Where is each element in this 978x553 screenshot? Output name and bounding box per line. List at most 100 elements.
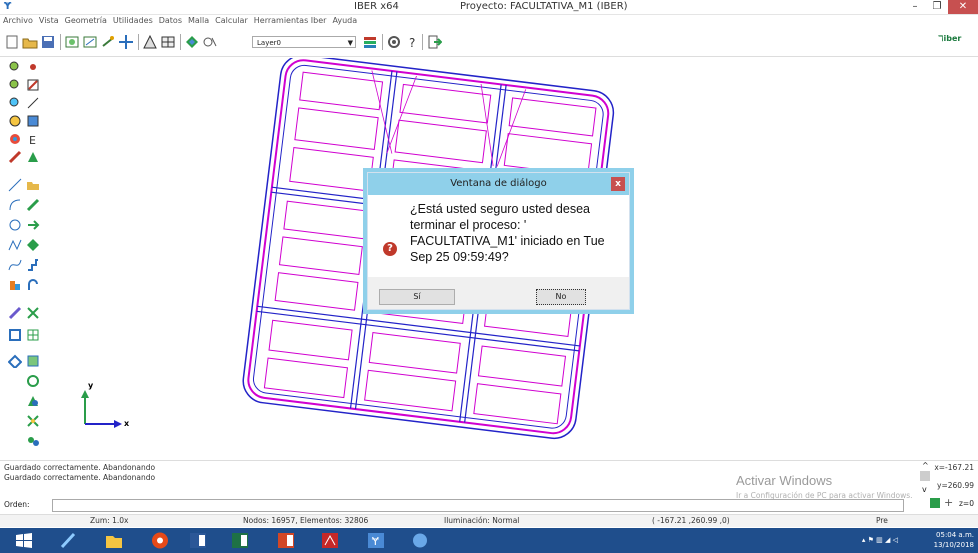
menu-vista[interactable]: Vista [39, 15, 59, 27]
menu-calcular[interactable]: Calcular [215, 15, 248, 27]
menu-ayuda[interactable]: Ayuda [332, 15, 357, 27]
toolbar: Layer0 ▼ ? ℸiber [0, 28, 978, 57]
save-icon[interactable] [40, 34, 56, 50]
rotate-view-icon[interactable] [8, 114, 22, 128]
circle-icon[interactable] [8, 218, 22, 232]
paint-icon[interactable] [410, 531, 430, 550]
dialog-title-bar[interactable]: Ventana de diálogo x [368, 173, 629, 195]
group-icon[interactable] [26, 434, 40, 448]
point-icon[interactable] [26, 60, 40, 74]
rotate-tool-icon[interactable] [26, 374, 40, 388]
excel-icon[interactable] [230, 531, 250, 550]
file-explorer-icon[interactable] [104, 531, 124, 550]
iber-taskbar-icon[interactable]: Ɏ [366, 531, 386, 550]
volume-icon[interactable] [8, 278, 22, 292]
acrobat-icon[interactable] [320, 531, 340, 550]
rotate-icon[interactable] [100, 34, 116, 50]
menu-datos[interactable]: Datos [159, 15, 182, 27]
spline-icon[interactable] [8, 258, 22, 272]
message-area[interactable]: Guardado correctamente. Abandonando Guar… [0, 460, 978, 500]
diagonal-line-icon[interactable] [8, 178, 22, 192]
windows-start-icon[interactable] [14, 531, 34, 550]
zoom-frame-icon[interactable] [82, 34, 98, 50]
project-title: Proyecto: FACULTATIVA_M1 (IBER) [460, 1, 628, 12]
arc-icon[interactable] [8, 198, 22, 212]
scroll-down-icon[interactable]: v [922, 485, 927, 494]
arc-tool-icon[interactable] [26, 278, 40, 292]
status-bar: Zum: 1.0x Nodos: 16957, Elementos: 32806… [0, 514, 978, 527]
system-clock[interactable]: 05:04 a.m. 13/10/2018 [934, 530, 974, 550]
chrome-icon[interactable] [150, 531, 170, 550]
grid-icon[interactable] [26, 328, 40, 342]
settings-icon[interactable] [386, 34, 402, 50]
close-button[interactable]: ✕ [948, 0, 978, 14]
status-coords: ( -167.21 ,260.99 ,0) [652, 516, 730, 525]
menu-utilidades[interactable]: Utilidades [113, 15, 153, 27]
mesh-icon[interactable] [142, 34, 158, 50]
layer-select[interactable]: Layer0 ▼ [252, 36, 356, 48]
no-button[interactable]: No [536, 289, 586, 305]
zoom-out-icon[interactable] [8, 78, 22, 92]
command-input[interactable] [52, 499, 904, 512]
folder-icon[interactable] [26, 178, 40, 192]
question-icon: ? [383, 242, 397, 256]
arrow-tool-icon[interactable] [26, 218, 40, 232]
menu-bar: Archivo Vista Geometría Utilidades Datos… [0, 15, 978, 27]
menu-malla[interactable]: Malla [188, 15, 209, 27]
layer-color-icon[interactable] [184, 34, 200, 50]
pencil-icon[interactable] [8, 150, 22, 164]
text-icon[interactable]: E [26, 132, 40, 146]
cross-tool-icon[interactable] [26, 414, 40, 428]
cross-icon[interactable] [26, 306, 40, 320]
line-icon[interactable] [26, 96, 40, 110]
menu-herramientas-iber[interactable]: Herramientas Iber [254, 15, 327, 27]
zoom-window-icon[interactable] [64, 34, 80, 50]
tilt-icon[interactable] [8, 354, 22, 368]
pen-app-icon[interactable] [58, 531, 78, 550]
plus-icon[interactable]: + [944, 496, 953, 509]
layer-visibility-icon[interactable] [202, 34, 218, 50]
minimize-button[interactable]: – [904, 0, 926, 14]
chevron-down-icon: ▼ [347, 39, 353, 47]
layers-icon[interactable] [160, 34, 176, 50]
app-icon[interactable]: Ɏ [4, 1, 11, 12]
confirm-dialog: Ventana de diálogo x ? ¿Está usted segur… [367, 172, 630, 310]
help-icon[interactable]: ? [404, 34, 420, 50]
yes-button[interactable]: Sí [379, 289, 455, 305]
exit-icon[interactable] [426, 34, 442, 50]
clock-time: 05:04 a.m. [936, 531, 974, 539]
pan-icon[interactable] [118, 34, 134, 50]
mesh-element-icon[interactable] [26, 150, 40, 164]
polyline-icon[interactable] [8, 238, 22, 252]
boundary-icon[interactable] [8, 328, 22, 342]
color-icon[interactable] [8, 132, 22, 146]
system-tray[interactable]: ▴ ⚑ ▥ ◢ ◁ [862, 536, 898, 544]
word-icon[interactable] [188, 531, 208, 550]
ruler-icon[interactable] [26, 198, 40, 212]
zoom-in-icon[interactable] [8, 60, 22, 74]
new-file-icon[interactable] [4, 34, 20, 50]
dialog-close-button[interactable]: x [611, 177, 625, 191]
menu-archivo[interactable]: Archivo [3, 15, 33, 27]
mesh-tool-icon[interactable] [26, 354, 40, 368]
message-line-2: Guardado correctamente. Abandonando [4, 473, 156, 482]
step-icon[interactable] [26, 258, 40, 272]
clock-date: 13/10/2018 [933, 541, 974, 549]
zoom-reset-icon[interactable] [8, 96, 22, 110]
status-lighting: Iluminación: Normal [444, 516, 520, 525]
layer-stack-icon[interactable] [362, 34, 378, 50]
surface-icon[interactable] [26, 114, 40, 128]
edit-icon[interactable] [26, 78, 40, 92]
erase-icon[interactable] [8, 306, 22, 320]
scroll-up-icon[interactable]: ^ [922, 461, 929, 470]
svg-text:Ɏ: Ɏ [371, 535, 379, 548]
open-folder-icon[interactable] [22, 34, 38, 50]
grid-toggle-icon[interactable] [930, 498, 940, 508]
powerpoint-icon[interactable] [276, 531, 296, 550]
maximize-button[interactable]: ❐ [926, 0, 948, 14]
message-line-1: Guardado correctamente. Abandonando [4, 463, 156, 472]
diamond-icon[interactable] [26, 238, 40, 252]
menu-geometria[interactable]: Geometría [65, 15, 107, 27]
shapes-icon[interactable] [26, 394, 40, 408]
scrollbar-thumb[interactable] [920, 471, 930, 481]
